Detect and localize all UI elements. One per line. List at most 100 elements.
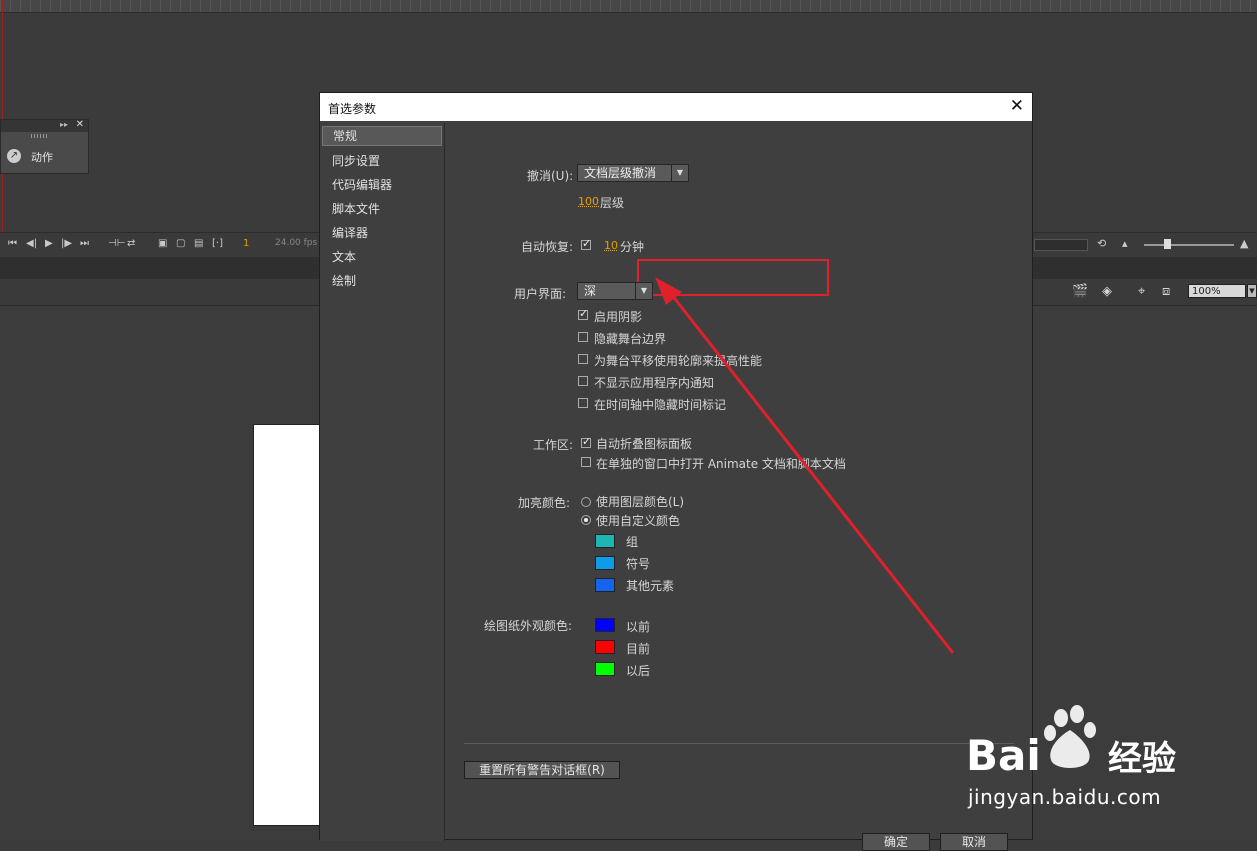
- chevron-down-icon[interactable]: ▼: [1247, 284, 1257, 298]
- onion-next-swatch[interactable]: [595, 662, 615, 676]
- chevron-down-icon: ▼: [671, 165, 688, 181]
- close-icon[interactable]: ✕: [1010, 96, 1024, 116]
- ok-button[interactable]: 确定: [862, 833, 930, 851]
- group-color-label: 组: [626, 535, 639, 549]
- auto-collapse-label: 自动折叠图标面板: [596, 437, 693, 451]
- actions-icon: ↗: [7, 149, 21, 163]
- sidebar-item-script-files[interactable]: 脚本文件: [322, 199, 442, 219]
- outline-pan-checkbox[interactable]: [578, 354, 588, 364]
- hide-notifications-label: 不显示应用程序内通知: [594, 376, 715, 390]
- clapperboard-icon[interactable]: 🎬: [1072, 284, 1088, 299]
- double-chevron-right-icon[interactable]: ▸▸: [60, 120, 68, 129]
- cancel-button[interactable]: 取消: [940, 833, 1008, 851]
- watermark-url: jingyan.baidu.com: [968, 785, 1162, 809]
- sidebar-item-general[interactable]: 常规: [322, 126, 442, 146]
- onion-current-swatch[interactable]: [595, 640, 615, 654]
- watermark-brand-left: Bai: [966, 731, 1041, 780]
- autorecover-minutes-input[interactable]: 10: [604, 239, 618, 252]
- layer-color-radio[interactable]: [581, 497, 591, 507]
- onion-skin-icon[interactable]: ▣: [158, 238, 167, 249]
- frame-rate[interactable]: 24.00 fps: [275, 238, 317, 248]
- annotation-highlight-box: [637, 259, 829, 296]
- autorecover-checkbox[interactable]: [581, 240, 591, 250]
- undo-levels-input[interactable]: 100: [578, 195, 599, 208]
- custom-color-radio[interactable]: [581, 515, 591, 525]
- hide-time-markers-checkbox[interactable]: [578, 398, 588, 408]
- divider: [464, 743, 1014, 744]
- ui-label: 用户界面:: [514, 287, 567, 301]
- enable-shadow-checkbox[interactable]: [578, 310, 588, 320]
- sidebar-item-text[interactable]: 文本: [322, 247, 442, 267]
- guide-line: [2, 0, 3, 232]
- undo-levels-unit: 层级: [600, 196, 625, 210]
- clip-stage-icon[interactable]: ⧈: [1162, 284, 1170, 299]
- auto-collapse-checkbox[interactable]: [581, 438, 591, 448]
- ui-theme-value: 深: [584, 284, 597, 298]
- outline-pan-label: 为舞台平移使用轮廓来提高性能: [594, 354, 763, 368]
- onion-outline-icon[interactable]: ▢: [176, 238, 185, 249]
- sidebar-item-compiler[interactable]: 编译器: [322, 223, 442, 243]
- onion-previous-swatch[interactable]: [595, 618, 615, 632]
- undo-select[interactable]: 文档层级撤消 ▼: [577, 164, 689, 182]
- symbol-icon[interactable]: ◈: [1102, 284, 1112, 299]
- actions-panel-header: ▸▸ ✕: [1, 119, 88, 132]
- zoom-in-icon[interactable]: ▲: [1240, 237, 1248, 250]
- edit-multiple-icon[interactable]: ▤: [194, 238, 203, 249]
- undo-select-value: 文档层级撤消: [584, 166, 657, 180]
- reset-warnings-button[interactable]: 重置所有警告对话框(R): [464, 761, 620, 779]
- last-frame-icon[interactable]: ⏭: [80, 238, 89, 249]
- onion-current-label: 目前: [626, 642, 651, 656]
- group-color-swatch[interactable]: [595, 534, 615, 548]
- onion-next-label: 以后: [626, 664, 651, 678]
- zoom-out-icon[interactable]: ▴: [1122, 237, 1128, 250]
- workspace-label: 工作区:: [533, 438, 574, 452]
- enable-shadow-label: 启用阴影: [594, 310, 643, 324]
- timeline-scrollbar[interactable]: [1034, 239, 1088, 251]
- timeline-zoom-slider[interactable]: [1144, 244, 1234, 246]
- slider-knob[interactable]: [1164, 239, 1171, 249]
- sidebar-item-code-editor[interactable]: 代码编辑器: [322, 175, 442, 195]
- undo-label: 撤消(U):: [527, 169, 574, 183]
- current-frame[interactable]: 1: [243, 238, 249, 249]
- close-icon[interactable]: ✕: [76, 119, 84, 130]
- center-frame-icon[interactable]: ⊣⊢: [108, 238, 125, 249]
- separate-window-checkbox[interactable]: [581, 457, 591, 467]
- hide-stage-border-label: 隐藏舞台边界: [594, 332, 667, 346]
- top-ruler: [0, 0, 1257, 13]
- preferences-dialog: 首选参数 ✕ 常规 同步设置 代码编辑器 脚本文件 编译器 文本 绘制 撤消(U…: [319, 92, 1033, 851]
- watermark-brand-right: 经验: [1108, 739, 1176, 779]
- dialog-title: 首选参数: [328, 102, 377, 116]
- hide-time-markers-label: 在时间轴中隐藏时间标记: [594, 398, 727, 412]
- chevron-down-icon: ▼: [635, 283, 652, 299]
- other-color-swatch[interactable]: [595, 578, 615, 592]
- hide-stage-border-checkbox[interactable]: [578, 332, 588, 342]
- actions-panel-label[interactable]: 动作: [31, 149, 53, 165]
- first-frame-icon[interactable]: ⏮: [8, 238, 17, 249]
- stage-canvas[interactable]: [253, 424, 325, 826]
- zoom-input[interactable]: 100%: [1188, 284, 1246, 298]
- prev-frame-icon[interactable]: ◀|: [26, 238, 37, 249]
- other-color-label: 其他元素: [626, 579, 675, 593]
- sidebar-item-drawing[interactable]: 绘制: [322, 271, 442, 291]
- separate-window-label: 在单独的窗口中打开 Animate 文档和脚本文档: [596, 457, 846, 471]
- hide-notifications-checkbox[interactable]: [578, 376, 588, 386]
- onion-previous-label: 以前: [626, 620, 651, 634]
- autorecover-unit: 分钟: [620, 240, 645, 254]
- custom-color-label: 使用自定义颜色: [596, 514, 681, 528]
- grip-icon[interactable]: [31, 134, 49, 138]
- loop-icon[interactable]: ⇄: [127, 238, 135, 249]
- category-sidebar: 常规 同步设置 代码编辑器 脚本文件 编译器 文本 绘制: [320, 123, 445, 841]
- general-settings: 撤消(U): 文档层级撤消 ▼ 100 层级 自动恢复: 10 分钟 用户界面:…: [444, 123, 1032, 851]
- dialog-titlebar: 首选参数 ✕: [320, 93, 1032, 121]
- refresh-icon[interactable]: ⟲: [1097, 237, 1106, 250]
- symbol-color-swatch[interactable]: [595, 556, 615, 570]
- ui-theme-select[interactable]: 深 ▼: [577, 282, 653, 300]
- next-frame-icon[interactable]: |▶: [61, 238, 72, 249]
- autorecover-label: 自动恢复:: [521, 240, 574, 254]
- actions-panel[interactable]: ▸▸ ✕ ↗ 动作: [0, 119, 89, 174]
- onion-skin-label: 绘图纸外观颜色:: [484, 619, 573, 633]
- play-icon[interactable]: ▶: [45, 238, 53, 249]
- crosshair-icon[interactable]: ⌖: [1138, 284, 1145, 299]
- sidebar-item-sync[interactable]: 同步设置: [322, 151, 442, 171]
- onion-markers-icon[interactable]: [·]: [212, 238, 223, 249]
